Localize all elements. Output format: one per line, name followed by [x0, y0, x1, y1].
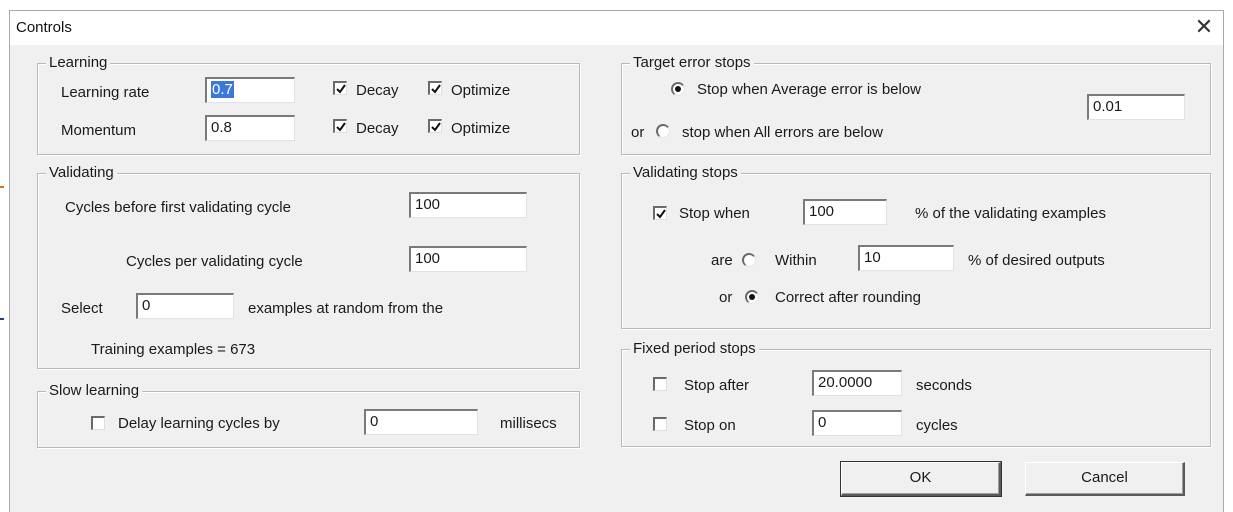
within-suffix: % of desired outputs: [968, 252, 1105, 269]
momentum-decay-label: Decay: [356, 120, 399, 137]
correct-rounding-radio[interactable]: [745, 290, 759, 304]
are-label: are: [711, 252, 733, 269]
error-threshold-input[interactable]: 0.01: [1087, 94, 1185, 120]
stop-when-input[interactable]: 100: [803, 199, 887, 225]
momentum-optimize-checkbox[interactable]: [428, 119, 442, 133]
rate-decay-checkbox[interactable]: [333, 81, 347, 95]
correct-rounding-label: Correct after rounding: [775, 289, 921, 306]
fixed-period-group: Fixed period stops Stop after 20.0000 se…: [621, 340, 1211, 447]
within-label: Within: [775, 252, 817, 269]
stop-on-label: Stop on: [684, 417, 736, 434]
within-radio[interactable]: [742, 253, 756, 267]
stop-after-checkbox[interactable]: [653, 377, 667, 391]
fixed-period-legend: Fixed period stops: [630, 340, 759, 358]
target-error-group: Target error stops Stop when Average err…: [621, 54, 1211, 155]
stop-after-input[interactable]: 20.0000: [812, 370, 902, 396]
dialog-title: Controls: [16, 19, 72, 36]
controls-dialog: Controls ✕ Learning Learning rate 0.7 De…: [9, 10, 1224, 512]
learning-group: Learning Learning rate 0.7 Decay Optimiz…: [37, 54, 580, 155]
background-line: [0, 186, 4, 188]
first-cycle-label: Cycles before first validating cycle: [65, 199, 291, 216]
target-or-label: or: [631, 124, 645, 141]
momentum-decay-checkbox[interactable]: [333, 119, 347, 133]
momentum-label: Momentum: [61, 122, 137, 139]
rate-optimize-checkbox[interactable]: [428, 81, 442, 95]
learning-rate-input[interactable]: 0.7: [205, 77, 295, 103]
average-error-radio[interactable]: [671, 82, 685, 96]
momentum-optimize-label: Optimize: [451, 120, 511, 137]
all-errors-label: stop when All errors are below: [682, 124, 883, 141]
stop-on-input[interactable]: 0: [812, 410, 902, 436]
rate-decay-label: Decay: [356, 82, 399, 99]
correct-or-label: or: [719, 289, 733, 306]
average-error-label: Stop when Average error is below: [697, 81, 922, 98]
delay-label: Delay learning cycles by: [118, 415, 280, 432]
within-input[interactable]: 10: [858, 245, 954, 271]
slow-learning-group: Slow learning Delay learning cycles by 0…: [37, 382, 580, 448]
close-icon[interactable]: ✕: [1191, 15, 1217, 41]
cancel-button[interactable]: Cancel: [1025, 462, 1185, 496]
per-cycle-input[interactable]: 100: [409, 246, 527, 272]
validating-group: Validating Cycles before first validatin…: [37, 164, 580, 369]
learning-rate-label: Learning rate: [61, 84, 150, 101]
stop-on-unit: cycles: [916, 417, 958, 434]
validating-legend: Validating: [46, 164, 117, 182]
validating-stops-legend: Validating stops: [630, 164, 741, 182]
stop-after-label: Stop after: [684, 377, 750, 394]
per-cycle-label: Cycles per validating cycle: [126, 253, 303, 270]
delay-unit-label: millisecs: [500, 415, 557, 432]
stop-when-suffix: % of the validating examples: [915, 205, 1106, 222]
training-examples-label: Training examples = 673: [91, 341, 256, 358]
select-count-input[interactable]: 0: [136, 293, 234, 319]
select-suffix-label: examples at random from the: [248, 300, 444, 317]
target-error-legend: Target error stops: [630, 54, 754, 72]
title-bar[interactable]: Controls ✕: [10, 11, 1223, 45]
ok-button[interactable]: OK: [840, 461, 1002, 497]
momentum-input[interactable]: 0.8: [205, 115, 295, 141]
rate-optimize-label: Optimize: [451, 82, 511, 99]
first-cycle-input[interactable]: 100: [409, 192, 527, 218]
stop-when-label: Stop when: [679, 205, 750, 222]
delay-input[interactable]: 0: [364, 409, 478, 435]
all-errors-radio[interactable]: [656, 124, 670, 138]
stop-after-unit: seconds: [916, 377, 972, 394]
background-line: [0, 318, 4, 320]
stop-on-checkbox[interactable]: [653, 417, 667, 431]
delay-checkbox[interactable]: [91, 416, 105, 430]
select-label: Select: [61, 300, 103, 317]
slow-learning-legend: Slow learning: [46, 382, 143, 400]
stop-when-checkbox[interactable]: [653, 206, 667, 220]
validating-stops-group: Validating stops Stop when 100 % of the …: [621, 164, 1211, 329]
learning-legend: Learning: [46, 54, 111, 72]
